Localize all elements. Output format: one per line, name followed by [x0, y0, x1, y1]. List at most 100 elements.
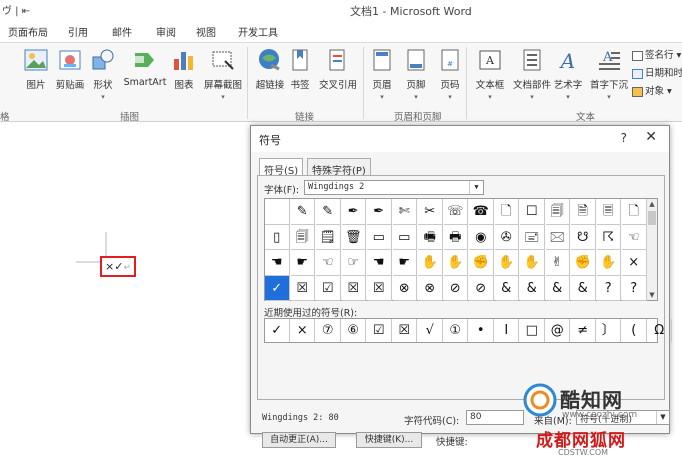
symbol-cell[interactable]: 🗐	[545, 199, 570, 225]
symbol-cell[interactable]: ✓	[265, 275, 290, 301]
recent-symbol-cell[interactable]: ×	[291, 319, 315, 342]
symbol-cell[interactable]: 🖂	[545, 224, 570, 250]
recent-symbol-cell[interactable]: □	[520, 319, 545, 342]
symbol-cell[interactable]: 🖃	[520, 224, 545, 250]
tab-review[interactable]: 审阅	[156, 24, 176, 39]
symbol-cell[interactable]: ✄	[392, 199, 417, 225]
tab-developer[interactable]: 开发工具	[238, 24, 278, 39]
symbol-cell[interactable]: ✌	[545, 250, 570, 276]
symbol-cell[interactable]: ☒	[290, 275, 315, 301]
symbol-cell[interactable]: ☛	[392, 250, 417, 276]
symbol-cell[interactable]: ☞	[341, 250, 366, 276]
tab-symbols[interactable]: 符号(S)	[259, 158, 304, 177]
textbox-button[interactable]: A 文本框 ▾	[468, 47, 512, 101]
symbol-cell[interactable]: ?	[596, 275, 621, 301]
recent-symbol-cell[interactable]: ⑦	[316, 319, 341, 342]
symbol-cell[interactable]: &	[494, 275, 519, 301]
recent-symbol-cell[interactable]: ≠	[571, 319, 596, 342]
chevron-down-icon[interactable]: ▼	[469, 181, 483, 194]
symbol-cell[interactable]: ☏	[443, 199, 468, 225]
recent-symbol-cell[interactable]: Ω	[648, 319, 672, 342]
symbol-cell[interactable]: 🗒	[316, 224, 341, 250]
close-button[interactable]: ✕	[645, 129, 657, 145]
quick-access-toolbar[interactable]: ヴ | ⇤	[2, 2, 30, 17]
symbol-cell[interactable]: 🖶	[443, 224, 468, 250]
recent-symbol-cell[interactable]: ①	[444, 319, 468, 342]
shortcut-key-button[interactable]: 快捷键(K)...	[356, 432, 422, 448]
object-button[interactable]: 对象 ▾	[632, 83, 672, 97]
symbol-cell[interactable]: ☈	[596, 224, 621, 250]
tab-page-layout[interactable]: 页面布局	[8, 24, 48, 39]
symbol-cell[interactable]: ⊗	[392, 275, 417, 301]
symbol-cell[interactable]: &	[545, 275, 570, 301]
symbol-cell[interactable]: ☑	[316, 275, 341, 301]
recent-symbol-cell[interactable]: ✓	[265, 319, 290, 342]
inserted-symbols[interactable]: ×✓↵	[100, 256, 136, 277]
symbol-cell[interactable]: ✎	[290, 199, 315, 225]
recent-symbol-cell[interactable]: I	[495, 319, 519, 342]
symbol-cell[interactable]: 🗋	[494, 199, 519, 225]
symbol-cell[interactable]: ✋	[596, 250, 621, 276]
symbol-cell[interactable]: ☜	[316, 250, 341, 276]
symbol-cell[interactable]: ✋	[520, 250, 545, 276]
symbol-cell[interactable]: ☒	[341, 275, 366, 301]
symbol-cell[interactable]: 🗑	[341, 224, 366, 250]
symbol-cell[interactable]: ▯	[265, 224, 290, 250]
symbol-cell[interactable]: ☒	[367, 275, 392, 301]
symbol-cell[interactable]: 🗎	[571, 199, 596, 225]
help-button[interactable]: ?	[621, 131, 627, 145]
symbol-cell[interactable]: ◉	[469, 224, 494, 250]
symbol-cell[interactable]	[265, 199, 290, 225]
symbol-cell[interactable]: ☚	[265, 250, 290, 276]
scroll-down-icon[interactable]: ▼	[647, 291, 657, 299]
recent-symbol-cell[interactable]: 〕	[597, 319, 621, 342]
symbol-cell[interactable]: ✂	[418, 199, 443, 225]
symbol-cell[interactable]: 🗋	[622, 199, 647, 225]
tab-view[interactable]: 视图	[196, 24, 216, 39]
tab-mailings[interactable]: 邮件	[112, 24, 132, 39]
symbol-cell[interactable]: 🗐	[290, 224, 315, 250]
cross-reference-button[interactable]: 交叉引用	[313, 47, 363, 91]
symbol-cell[interactable]: ✋	[494, 250, 519, 276]
symbol-cell[interactable]: &	[571, 275, 596, 301]
recent-symbol-cell[interactable]: ☑	[367, 319, 392, 342]
recent-symbol-cell[interactable]: @	[546, 319, 570, 342]
recent-symbol-cell[interactable]: ⑥	[342, 319, 366, 342]
symbol-cell[interactable]: ▭	[392, 224, 417, 250]
recent-symbol-cell[interactable]: •	[469, 319, 494, 342]
symbol-cell[interactable]: 🗏	[596, 199, 621, 225]
font-select[interactable]: Wingdings 2 ▼	[304, 180, 484, 195]
symbol-cell[interactable]: 🖷	[418, 224, 443, 250]
tab-references[interactable]: 引用	[68, 24, 88, 39]
symbol-cell[interactable]: ✇	[494, 224, 519, 250]
drop-cap-button[interactable]: A 首字下沉 ▾	[584, 47, 634, 101]
symbol-cell[interactable]: ☚	[367, 250, 392, 276]
symbol-cell[interactable]: ✎	[316, 199, 341, 225]
scroll-up-icon[interactable]: ▲	[647, 200, 657, 208]
symbol-cell[interactable]: ✋	[418, 250, 443, 276]
symbol-cell[interactable]: ☜	[622, 224, 647, 250]
signature-line-button[interactable]: 签名行 ▾	[632, 47, 681, 61]
symbol-cell[interactable]: ▭	[367, 224, 392, 250]
symbol-cell[interactable]: ✋	[443, 250, 468, 276]
symbol-cell[interactable]: ⊘	[443, 275, 468, 301]
symbol-cell[interactable]: ✊	[571, 250, 596, 276]
char-code-input[interactable]: 80	[466, 410, 524, 425]
symbol-cell[interactable]: &	[520, 275, 545, 301]
symbol-cell[interactable]: ⊘	[469, 275, 494, 301]
shapes-button[interactable]: 形状 ▾	[81, 47, 125, 101]
symbol-cell[interactable]: ×	[622, 250, 647, 276]
tab-special-characters[interactable]: 特殊字符(P)	[307, 158, 371, 177]
scroll-thumb[interactable]	[648, 211, 656, 225]
recent-symbol-cell[interactable]: ☒	[393, 319, 417, 342]
symbol-cell[interactable]: ✒	[341, 199, 366, 225]
grid-scrollbar[interactable]: ▲ ▼	[646, 199, 657, 300]
symbol-cell[interactable]: ☛	[290, 250, 315, 276]
symbol-cell[interactable]: ✒	[367, 199, 392, 225]
symbol-cell[interactable]: ⊗	[418, 275, 443, 301]
recent-symbol-cell[interactable]: (	[622, 319, 647, 342]
symbol-cell[interactable]: ☎	[469, 199, 494, 225]
date-time-button[interactable]: 日期和时	[632, 65, 682, 79]
symbol-cell[interactable]: ?	[622, 275, 647, 301]
symbol-cell[interactable]: ☋	[571, 224, 596, 250]
